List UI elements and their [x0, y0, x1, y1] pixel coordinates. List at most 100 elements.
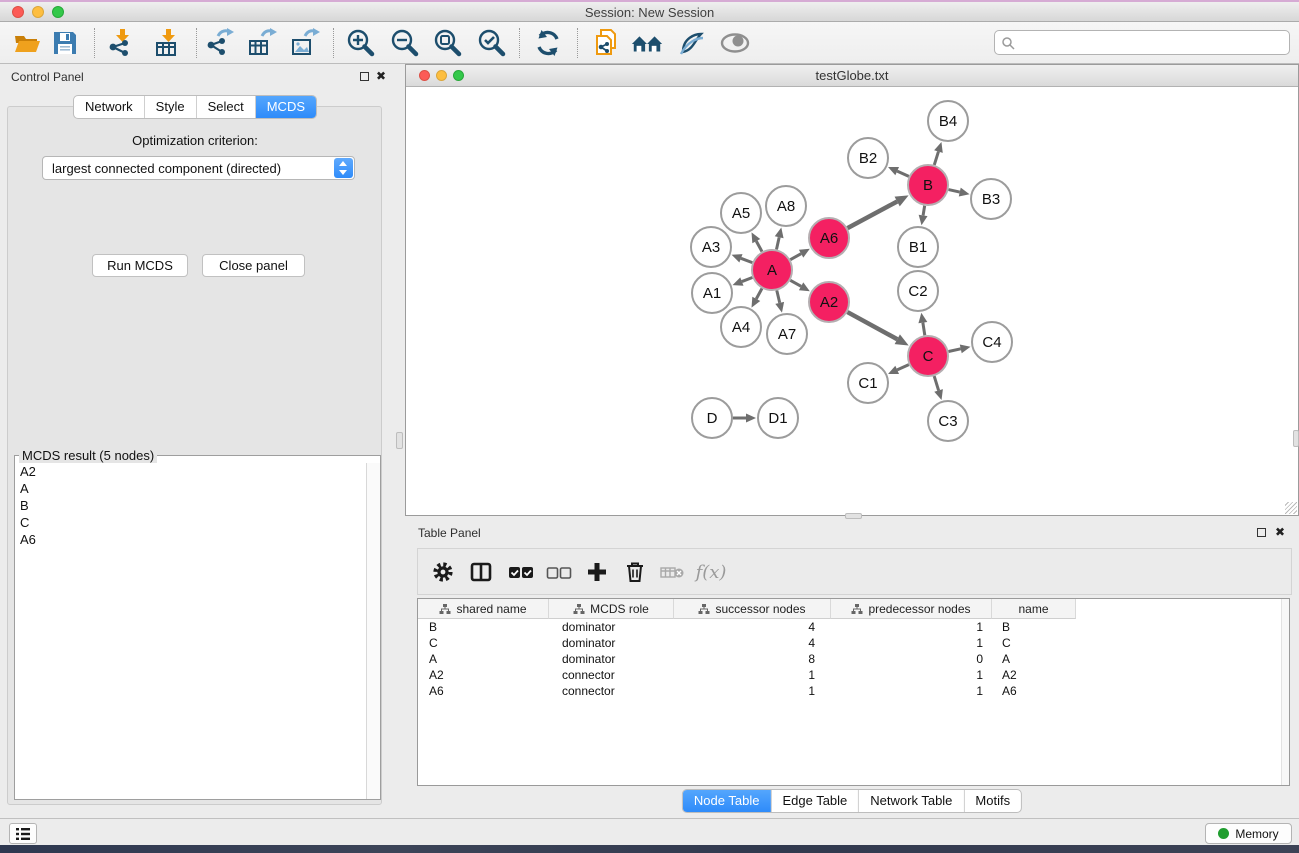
table-cell[interactable]: 1: [831, 683, 992, 699]
graph-edge[interactable]: [948, 190, 959, 193]
export-table-button[interactable]: [245, 27, 279, 59]
table-cell[interactable]: A: [418, 651, 549, 667]
column-header-successor-nodes[interactable]: successor nodes: [674, 599, 831, 619]
close-panel-icon[interactable]: ✖: [376, 69, 386, 83]
table-cell[interactable]: A6: [418, 683, 549, 699]
table-cell[interactable]: A6: [992, 683, 1076, 699]
table-cell[interactable]: B: [418, 619, 549, 635]
open-session-button[interactable]: [10, 27, 44, 59]
table-cell[interactable]: C: [418, 635, 549, 651]
optimization-criterion-dropdown[interactable]: largest connected component (directed): [42, 156, 355, 180]
table-cell[interactable]: connector: [549, 667, 674, 683]
mcds-result-item[interactable]: B: [15, 497, 366, 514]
export-image-button[interactable]: [288, 27, 322, 59]
table-cell[interactable]: dominator: [549, 651, 674, 667]
tab-motifs[interactable]: Motifs: [964, 790, 1021, 812]
table-cell[interactable]: 0: [831, 651, 992, 667]
graph-edge[interactable]: [776, 237, 779, 249]
panel-divider-grip-horizontal[interactable]: [845, 513, 862, 519]
column-header-mcds-role[interactable]: MCDS role: [549, 599, 674, 619]
panel-divider-grip-right[interactable]: [1293, 430, 1299, 447]
column-header-predecessor-nodes[interactable]: predecessor nodes: [831, 599, 992, 619]
table-cell[interactable]: B: [992, 619, 1076, 635]
table-cell[interactable]: connector: [549, 683, 674, 699]
table-cell[interactable]: 1: [674, 667, 831, 683]
delete-column-button[interactable]: [618, 556, 652, 588]
table-cell[interactable]: A: [992, 651, 1076, 667]
network-graph[interactable]: B4B2BB3A8A5A6A3B1AC2A1A2A4A7C4CC1DD1C3: [406, 87, 1298, 515]
tab-edge-table[interactable]: Edge Table: [771, 790, 859, 812]
graph-edge[interactable]: [741, 258, 752, 262]
table-row[interactable]: A2connector11A2: [418, 667, 1289, 683]
search-input[interactable]: [1019, 32, 1284, 53]
table-row[interactable]: Cdominator41C: [418, 635, 1289, 651]
graph-edge[interactable]: [756, 241, 762, 251]
birdseye-view-button[interactable]: [718, 27, 752, 59]
table-row[interactable]: Bdominator41B: [418, 619, 1289, 635]
select-all-button[interactable]: [504, 556, 538, 588]
close-panel-button[interactable]: Close panel: [202, 254, 305, 277]
graph-edge[interactable]: [790, 254, 801, 260]
graph-edge[interactable]: [934, 152, 938, 165]
graphics-details-button[interactable]: [674, 27, 708, 59]
graph-edge[interactable]: [897, 365, 909, 370]
mcds-result-list[interactable]: A2ABCA6: [15, 463, 366, 799]
mcds-result-item[interactable]: A6: [15, 531, 366, 548]
show-columns-button[interactable]: [464, 556, 498, 588]
float-panel-icon[interactable]: [360, 72, 369, 81]
network-view-window[interactable]: testGlobe.txt B4B2BB3A8A5A6A3B1AC2A1A2A4…: [405, 64, 1299, 516]
export-network-button[interactable]: [203, 27, 237, 59]
tab-network[interactable]: Network: [74, 96, 145, 118]
graph-edge[interactable]: [756, 288, 762, 298]
zoom-out-button[interactable]: [388, 27, 422, 59]
table-scrollbar[interactable]: [1281, 599, 1289, 785]
table-cell[interactable]: 4: [674, 619, 831, 635]
home-layout-button[interactable]: [630, 27, 664, 59]
tab-mcds[interactable]: MCDS: [256, 96, 316, 118]
mcds-result-item[interactable]: A: [15, 480, 366, 497]
window-resize-grip[interactable]: [1285, 502, 1297, 514]
import-table-button[interactable]: [150, 27, 184, 59]
zoom-selected-button[interactable]: [475, 27, 509, 59]
graph-edge[interactable]: [777, 290, 780, 302]
graph-edge[interactable]: [897, 171, 909, 176]
refresh-button[interactable]: [531, 27, 565, 59]
graph-edge[interactable]: [923, 206, 925, 216]
network-window-titlebar[interactable]: testGlobe.txt: [406, 65, 1298, 87]
table-cell[interactable]: A2: [418, 667, 549, 683]
save-session-button[interactable]: [48, 27, 82, 59]
table-row[interactable]: Adominator80A: [418, 651, 1289, 667]
add-column-button[interactable]: [580, 556, 614, 588]
mcds-list-scrollbar[interactable]: [366, 463, 380, 799]
column-header-name[interactable]: name: [992, 599, 1076, 619]
table-cell[interactable]: 8: [674, 651, 831, 667]
graph-edge[interactable]: [742, 278, 753, 282]
memory-button[interactable]: Memory: [1205, 823, 1292, 844]
apply-function-button[interactable]: f(x): [694, 556, 728, 588]
run-mcds-button[interactable]: Run MCDS: [92, 254, 188, 277]
graph-edge[interactable]: [949, 349, 961, 352]
table-cell[interactable]: A2: [992, 667, 1076, 683]
table-settings-button[interactable]: [426, 556, 460, 588]
task-history-button[interactable]: [9, 823, 37, 844]
graph-edge[interactable]: [847, 312, 897, 339]
mcds-result-item[interactable]: C: [15, 514, 366, 531]
duplicate-network-button[interactable]: [590, 27, 624, 59]
tab-node-table[interactable]: Node Table: [683, 790, 772, 812]
graph-edge[interactable]: [848, 202, 898, 229]
mcds-result-item[interactable]: A2: [15, 463, 366, 480]
table-close-panel-icon[interactable]: ✖: [1275, 525, 1285, 539]
table-cell[interactable]: dominator: [549, 635, 674, 651]
table-cell[interactable]: C: [992, 635, 1076, 651]
graph-edge[interactable]: [790, 280, 801, 286]
search-field[interactable]: [994, 30, 1290, 55]
table-cell[interactable]: dominator: [549, 619, 674, 635]
table-cell[interactable]: 1: [831, 635, 992, 651]
table-cell[interactable]: 1: [674, 683, 831, 699]
tab-select[interactable]: Select: [197, 96, 256, 118]
table-row[interactable]: A6connector11A6: [418, 683, 1289, 699]
main-titlebar[interactable]: Session: New Session: [0, 2, 1299, 22]
tab-style[interactable]: Style: [145, 96, 197, 118]
import-network-button[interactable]: [104, 27, 138, 59]
table-cell[interactable]: 1: [831, 619, 992, 635]
